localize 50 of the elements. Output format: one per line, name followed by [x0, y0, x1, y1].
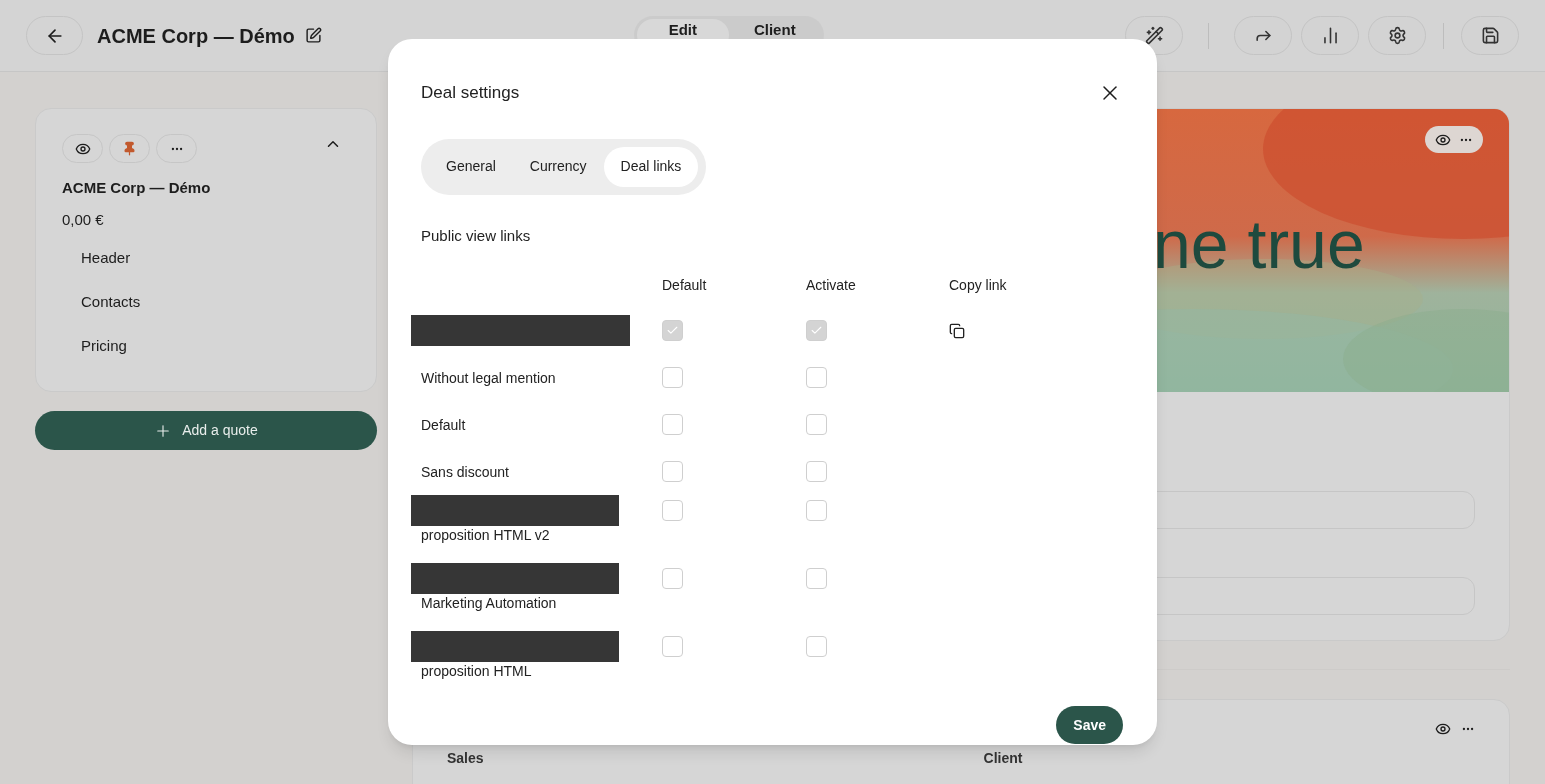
- link-name: proposition HTML v2: [421, 526, 550, 544]
- checkbox[interactable]: [662, 461, 683, 482]
- link-name: proposition HTML: [421, 662, 532, 680]
- stats-button[interactable]: [1301, 16, 1359, 55]
- checkbox[interactable]: [662, 500, 683, 521]
- link-name: Sans discount: [421, 462, 509, 481]
- pin-icon: [122, 141, 137, 156]
- eye-icon[interactable]: [1435, 721, 1451, 737]
- checkbox[interactable]: [806, 461, 827, 482]
- column-header: Activate: [806, 276, 857, 295]
- hero-headline: ne true: [1153, 206, 1365, 282]
- add-quote-button[interactable]: Add a quote: [35, 411, 377, 450]
- settings-tab[interactable]: General: [429, 146, 513, 187]
- settings-tab[interactable]: Deal links: [603, 146, 699, 187]
- deal-title: ACME Corp — Démo: [97, 23, 295, 49]
- edit-icon[interactable]: [304, 27, 322, 44]
- dialog-title: Deal settings: [421, 82, 520, 104]
- link-name: Without legal mention: [421, 368, 556, 387]
- section-link[interactable]: Header: [81, 249, 350, 267]
- link-name: Marketing Automation: [421, 594, 557, 612]
- share-button[interactable]: [1234, 16, 1292, 55]
- column-header: Default: [662, 276, 708, 295]
- settings-icon: [1387, 26, 1407, 45]
- checkbox[interactable]: [662, 568, 683, 589]
- field-label: Client: [983, 749, 1023, 768]
- mode-tab[interactable]: Client: [728, 18, 821, 51]
- section-link[interactable]: Contacts: [81, 293, 350, 311]
- checkbox[interactable]: [806, 367, 827, 388]
- checkbox[interactable]: [662, 636, 683, 657]
- deal-amount: 0,00 €: [62, 209, 105, 230]
- checkbox[interactable]: [806, 636, 827, 657]
- section-title: Public view links: [421, 225, 532, 246]
- save-button[interactable]: Save: [1056, 706, 1123, 744]
- section-link[interactable]: Pricing: [81, 337, 350, 355]
- save-icon: [1480, 26, 1500, 45]
- link-name: Default: [421, 415, 466, 434]
- settings-button[interactable]: [1368, 16, 1426, 55]
- checkbox[interactable]: [806, 414, 827, 435]
- field-label: Sales: [447, 749, 484, 768]
- check-icon: [666, 324, 679, 337]
- card-title: ACME Corp — Démo: [62, 178, 212, 198]
- checkbox[interactable]: [662, 414, 683, 435]
- checkbox[interactable]: [662, 367, 683, 388]
- check-icon: [810, 324, 823, 337]
- settings-tab[interactable]: Currency: [512, 146, 604, 187]
- save-button[interactable]: [1461, 16, 1519, 55]
- checkbox[interactable]: [806, 500, 827, 521]
- checkbox[interactable]: [806, 568, 827, 589]
- column-header: Copy link: [949, 276, 1008, 295]
- magic-wand-icon: [1144, 26, 1164, 45]
